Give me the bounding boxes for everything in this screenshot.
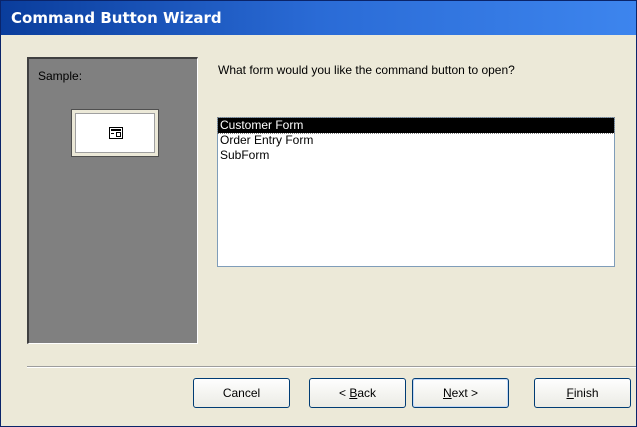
next-rest: ext > (451, 386, 479, 400)
wizard-window: Command Button Wizard Sample: What form … (0, 0, 637, 427)
back-prefix: < (338, 386, 350, 400)
title-bar[interactable]: Command Button Wizard (1, 1, 636, 35)
finish-rest: inish (573, 386, 599, 400)
finish-mnemonic: F (566, 386, 574, 400)
sample-label: Sample: (38, 69, 83, 83)
cancel-button[interactable]: Cancel (193, 378, 290, 408)
back-button[interactable]: < Back (309, 378, 406, 408)
finish-button[interactable]: Finish (534, 378, 631, 408)
list-item-order-entry-form[interactable]: Order Entry Form (218, 133, 614, 148)
next-button[interactable]: Next > (412, 378, 509, 408)
list-item-subform[interactable]: SubForm (218, 148, 614, 163)
next-mnemonic: N (442, 386, 452, 400)
sample-panel (27, 57, 198, 344)
forms-listbox[interactable]: Customer Form Order Entry Form SubForm (217, 117, 615, 267)
cancel-label: Cancel (222, 386, 261, 400)
wizard-question: What form would you like the command but… (218, 63, 515, 77)
form-icon (109, 127, 123, 139)
separator (27, 366, 636, 368)
back-rest: ack (357, 386, 377, 400)
list-item-customer-form[interactable]: Customer Form (217, 117, 615, 134)
window-title: Command Button Wizard (11, 9, 222, 27)
sample-command-button (71, 109, 159, 157)
